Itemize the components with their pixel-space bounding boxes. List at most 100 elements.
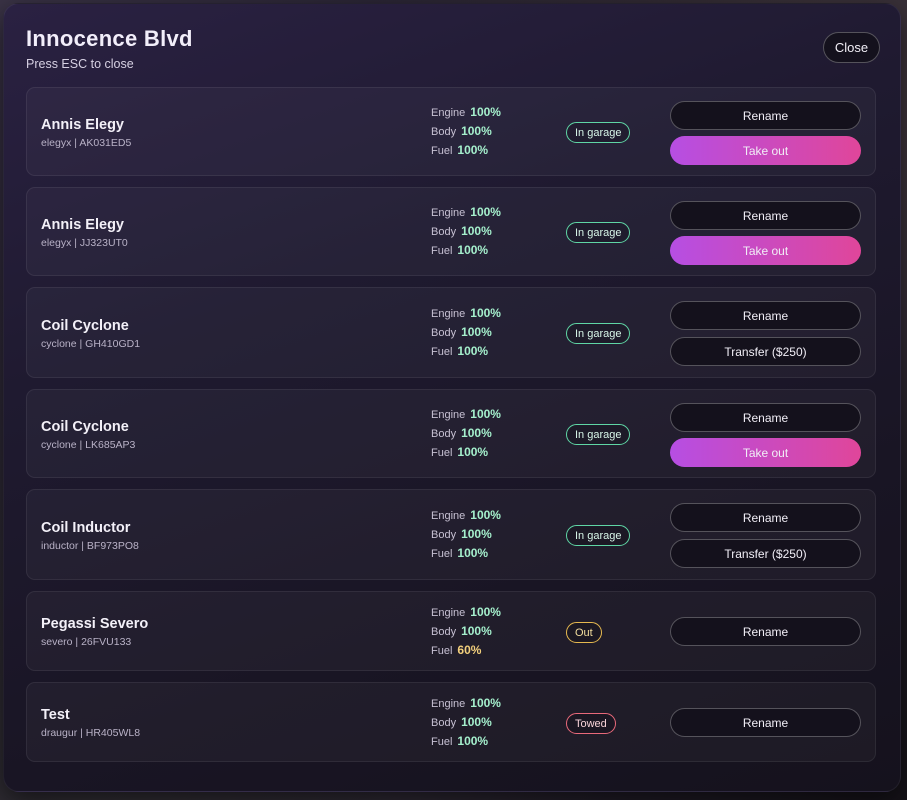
- body-stat: Body 100%: [431, 527, 501, 546]
- engine-stat: Engine 100%: [431, 696, 501, 715]
- body-stat: Body 100%: [431, 426, 501, 445]
- vehicle-plate: HR405WL8: [85, 727, 141, 739]
- garage-modal: Innocence Blvd Press ESC to close Close …: [3, 3, 901, 792]
- engine-label: Engine: [431, 107, 466, 119]
- engine-value: 100%: [470, 605, 501, 619]
- body-label: Body: [431, 428, 457, 440]
- engine-label: Engine: [431, 207, 466, 219]
- transfer-button[interactable]: Transfer ($250): [670, 337, 861, 366]
- vehicle-name: Coil Inductor: [41, 520, 131, 536]
- body-label: Body: [431, 126, 457, 138]
- status-badge: Towed: [566, 713, 616, 734]
- body-stat: Body 100%: [431, 715, 501, 734]
- body-value: 100%: [461, 426, 492, 440]
- vehicle-card: Annis Elegy elegyx | JJ323UT0 Engine 100%…: [26, 187, 876, 276]
- engine-label: Engine: [431, 308, 466, 320]
- engine-stat: Engine 100%: [431, 605, 501, 624]
- body-value: 100%: [461, 715, 492, 729]
- status-badge: In garage: [566, 122, 631, 143]
- fuel-stat: Fuel 100%: [431, 143, 501, 162]
- body-stat: Body 100%: [431, 224, 501, 243]
- engine-value: 100%: [470, 306, 501, 320]
- body-value: 100%: [461, 224, 492, 238]
- take-out-button[interactable]: Take out: [670, 236, 861, 265]
- garage-subtitle: Press ESC to close: [26, 57, 134, 71]
- vehicle-model-plate: cyclone | LK685AP3: [41, 439, 136, 451]
- engine-stat: Engine 100%: [431, 205, 501, 224]
- engine-stat: Engine 100%: [431, 508, 501, 527]
- engine-label: Engine: [431, 510, 466, 522]
- body-label: Body: [431, 717, 457, 729]
- rename-button[interactable]: Rename: [670, 503, 861, 532]
- vehicle-stats: Engine 100% Body 100% Fuel 100%: [431, 508, 501, 565]
- rename-button[interactable]: Rename: [670, 617, 861, 646]
- rename-button[interactable]: Rename: [670, 101, 861, 130]
- vehicle-plate: AK031ED5: [79, 137, 132, 149]
- fuel-value: 100%: [457, 445, 489, 459]
- engine-value: 100%: [470, 105, 501, 119]
- take-out-button[interactable]: Take out: [670, 136, 861, 165]
- fuel-stat: Fuel 100%: [431, 734, 501, 753]
- vehicle-card: Coil Cyclone cyclone | LK685AP3 Engine 10…: [26, 389, 876, 478]
- status-badge: In garage: [566, 525, 631, 546]
- vehicle-stats: Engine 100% Body 100% Fuel 100%: [431, 306, 501, 363]
- vehicle-model-plate: elegyx | AK031ED5: [41, 137, 132, 149]
- vehicle-model-plate: elegyx | JJ323UT0: [41, 237, 128, 249]
- fuel-label: Fuel: [431, 645, 453, 657]
- garage-title: Innocence Blvd: [26, 26, 193, 51]
- status-badge: In garage: [566, 323, 631, 344]
- fuel-value: 100%: [457, 546, 489, 560]
- fuel-label: Fuel: [431, 736, 453, 748]
- body-value: 100%: [461, 124, 492, 138]
- vehicle-name: Annis Elegy: [41, 217, 124, 233]
- vehicle-model-plate: inductor | BF973PO8: [41, 540, 139, 552]
- engine-label: Engine: [431, 409, 466, 421]
- transfer-button[interactable]: Transfer ($250): [670, 539, 861, 568]
- rename-button[interactable]: Rename: [670, 403, 861, 432]
- fuel-label: Fuel: [431, 346, 453, 358]
- fuel-label: Fuel: [431, 548, 453, 560]
- vehicle-stats: Engine 100% Body 100% Fuel 100%: [431, 105, 501, 162]
- vehicle-card: Test draugur | HR405WL8 Engine 100% Body 1…: [26, 682, 876, 762]
- take-out-button[interactable]: Take out: [670, 438, 861, 467]
- rename-button[interactable]: Rename: [670, 301, 861, 330]
- body-label: Body: [431, 626, 457, 638]
- vehicle-name: Annis Elegy: [41, 117, 124, 133]
- vehicle-plate: 26FVU133: [81, 636, 132, 648]
- status-badge: Out: [566, 622, 602, 643]
- vehicle-model: draugur: [41, 727, 78, 739]
- vehicle-model-plate: cyclone | GH410GD1: [41, 338, 141, 350]
- fuel-label: Fuel: [431, 245, 453, 257]
- vehicle-name: Pegassi Severo: [41, 616, 149, 632]
- close-button[interactable]: Close: [823, 32, 880, 63]
- fuel-value: 100%: [457, 734, 489, 748]
- fuel-value: 100%: [457, 143, 489, 157]
- rename-button[interactable]: Rename: [670, 201, 861, 230]
- fuel-stat: Fuel 60%: [431, 643, 501, 662]
- body-stat: Body 100%: [431, 124, 501, 143]
- vehicle-stats: Engine 100% Body 100% Fuel 60%: [431, 605, 501, 662]
- vehicle-card: Annis Elegy elegyx | AK031ED5 Engine 100%…: [26, 87, 876, 176]
- vehicle-name: Test: [41, 707, 70, 723]
- body-stat: Body 100%: [431, 325, 501, 344]
- vehicle-model-plate: severo | 26FVU133: [41, 636, 132, 648]
- vehicle-model: cyclone: [41, 338, 77, 350]
- body-label: Body: [431, 327, 457, 339]
- fuel-label: Fuel: [431, 145, 453, 157]
- fuel-label: Fuel: [431, 447, 453, 459]
- status-badge: In garage: [566, 424, 631, 445]
- body-label: Body: [431, 226, 457, 238]
- vehicle-plate: JJ323UT0: [79, 237, 128, 249]
- fuel-stat: Fuel 100%: [431, 243, 501, 262]
- body-value: 100%: [461, 527, 492, 541]
- rename-button[interactable]: Rename: [670, 708, 861, 737]
- engine-value: 100%: [470, 508, 501, 522]
- fuel-value: 100%: [457, 243, 489, 257]
- vehicle-model: cyclone: [41, 439, 77, 451]
- status-badge: In garage: [566, 222, 631, 243]
- fuel-stat: Fuel 100%: [431, 344, 501, 363]
- vehicle-name: Coil Cyclone: [41, 318, 129, 334]
- engine-label: Engine: [431, 698, 466, 710]
- engine-stat: Engine 100%: [431, 105, 501, 124]
- engine-value: 100%: [470, 205, 501, 219]
